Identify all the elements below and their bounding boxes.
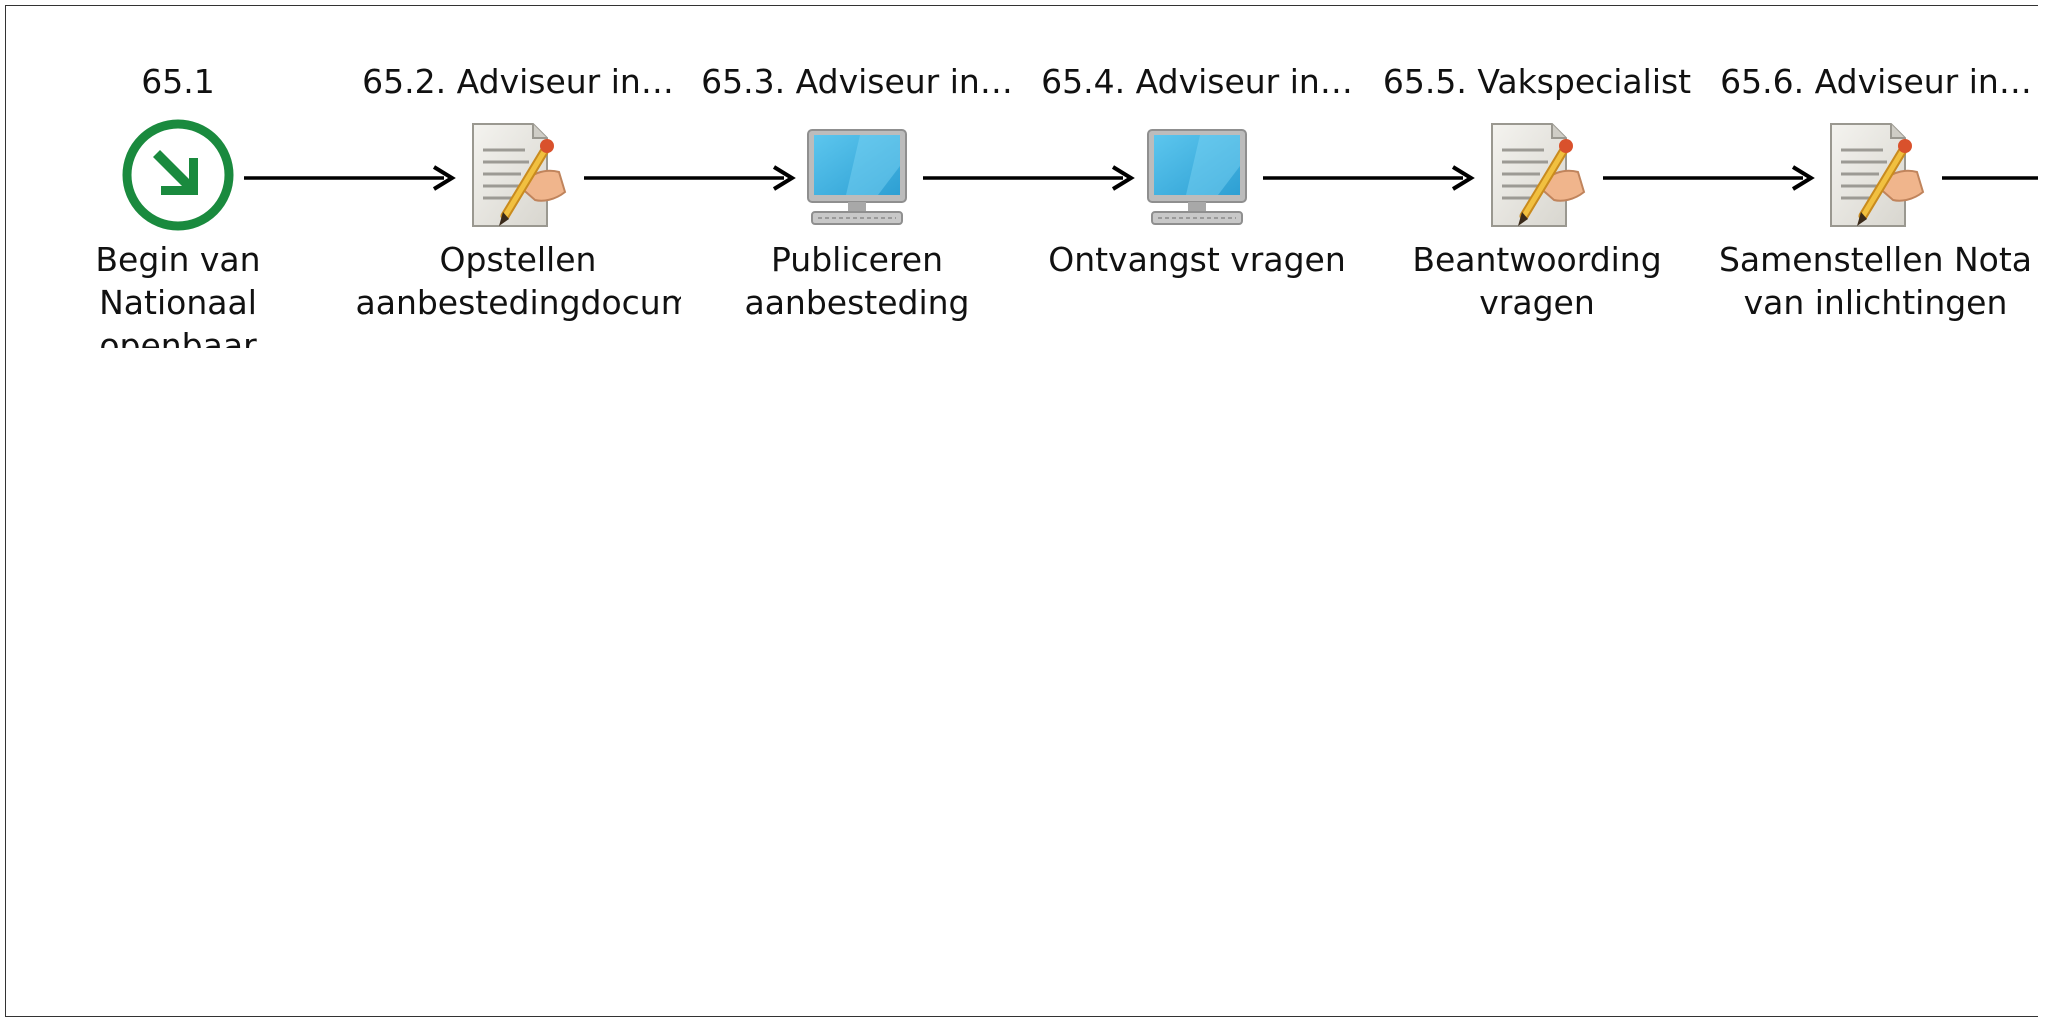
step-label: Beantwoording vragen [1412, 240, 1662, 322]
diagram-canvas: 65.1 Begin van Nationaal openbaar 65.2. … [5, 5, 2038, 1017]
step-header: 65.3. Adviseur in… [701, 62, 1013, 101]
document-edit-icon [1478, 116, 1596, 234]
computer-monitor-icon [798, 116, 916, 234]
step-label: Opstellen aanbestedingdocum [349, 238, 687, 348]
step-label-line: Opstellen aanbestedingdocum [349, 238, 687, 324]
step-label: Ontvangst vragen [1048, 240, 1346, 279]
step-header: 65.5. Vakspecialist [1382, 62, 1692, 101]
step-header: 65.4. Adviseur in… [1041, 62, 1353, 101]
step-label: Begin van Nationaal openbaar [95, 240, 261, 348]
start-arrow-icon [119, 116, 237, 234]
step-header: 65.1 [141, 62, 215, 101]
step-header: 65.2. Adviseur in… [362, 62, 674, 101]
step-label-text: Opstellen aanbestedingdocum [355, 240, 681, 322]
document-edit-icon [1817, 116, 1935, 234]
step-label: Publiceren aanbesteding [744, 240, 970, 322]
document-edit-icon [459, 116, 577, 234]
step-header: 65.6. Adviseur in… [1720, 62, 2032, 101]
flow-arrow [1942, 163, 2038, 193]
step-label: Samenstellen Nota van inlichtingen [1718, 240, 2033, 322]
computer-monitor-icon [1138, 116, 1256, 234]
